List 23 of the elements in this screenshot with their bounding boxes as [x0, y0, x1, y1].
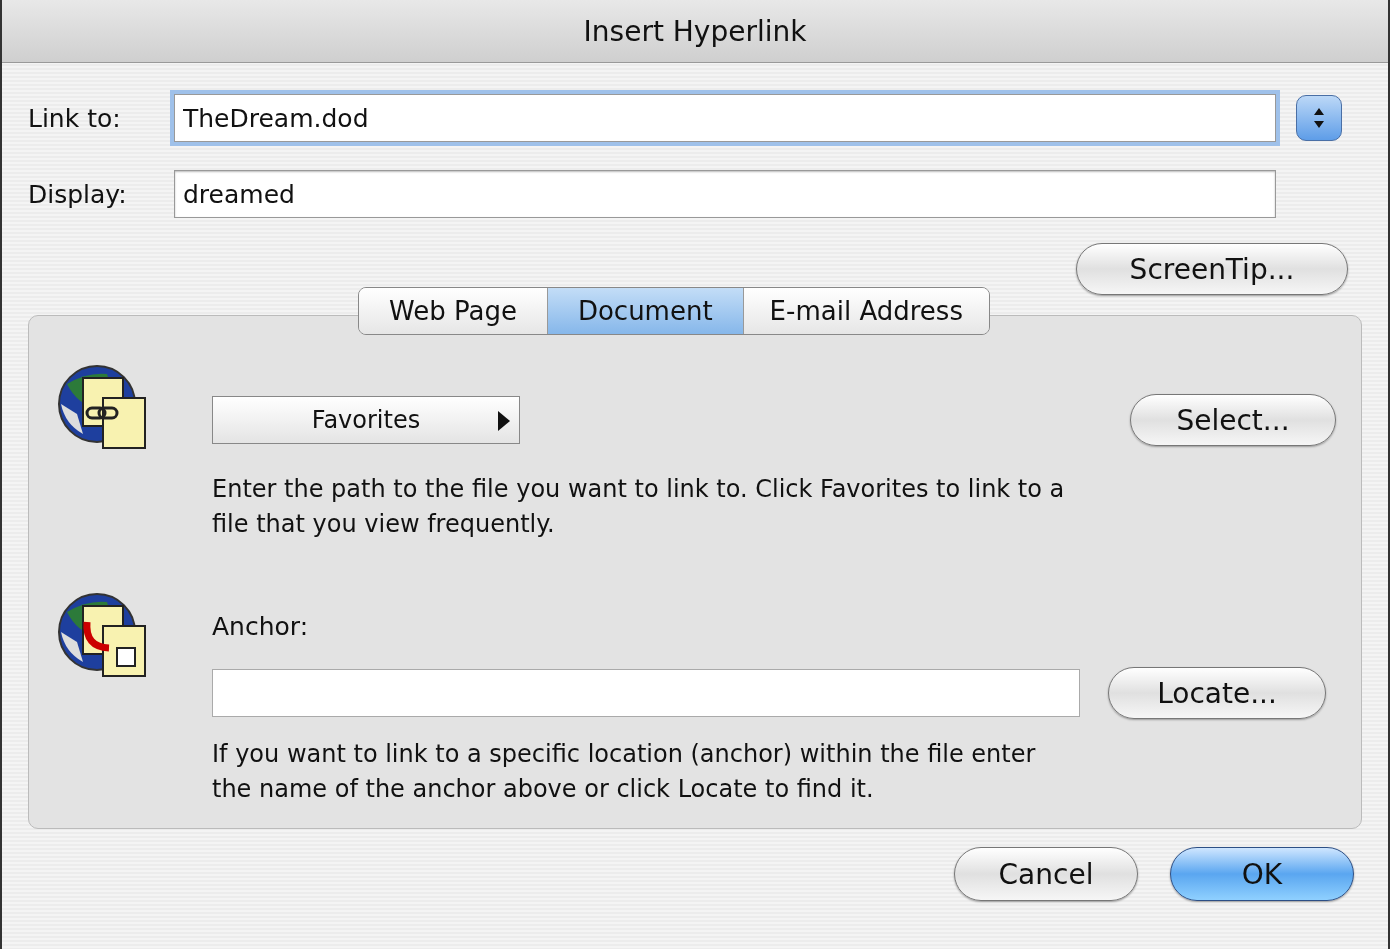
anchor-label: Anchor: — [212, 612, 310, 641]
field-label: Link to: — [28, 103, 122, 133]
stepper-button[interactable] — [1296, 95, 1342, 141]
tab[interactable]: E-mail Address — [742, 288, 989, 334]
tab[interactable]: Web Page — [359, 288, 547, 334]
cancel-button[interactable]: Cancel — [954, 847, 1138, 901]
locate-button[interactable]: Locate... — [1108, 667, 1326, 719]
globe-document-arrow-icon — [57, 592, 149, 680]
help-text: If you want to link to a specific location (anchor) within the file enter the name of the anchor above or click Locate to find it. — [212, 739, 1037, 805]
window-title: Insert Hyperlink — [583, 14, 807, 48]
up-down-arrows-icon — [1312, 106, 1326, 130]
globe-document-link-icon — [57, 364, 149, 452]
field-label: Display: — [28, 179, 128, 209]
help-text: Enter the path to the file you want to link to. Click Favorites to link to a file that you view frequently. — [212, 474, 1066, 540]
anchor-field[interactable] — [212, 669, 1080, 717]
text-field[interactable]: TheDream.dod — [174, 94, 1276, 142]
tab[interactable]: Document — [546, 288, 743, 334]
text-field[interactable]: dreamed — [174, 170, 1276, 218]
favorites-popup[interactable]: Favorites — [212, 396, 520, 444]
triangle-icon — [497, 410, 511, 432]
ok-button[interactable]: OK — [1170, 847, 1354, 901]
screentip-button[interactable]: ScreenTip... — [1076, 243, 1348, 295]
select-button[interactable]: Select... — [1130, 394, 1336, 446]
